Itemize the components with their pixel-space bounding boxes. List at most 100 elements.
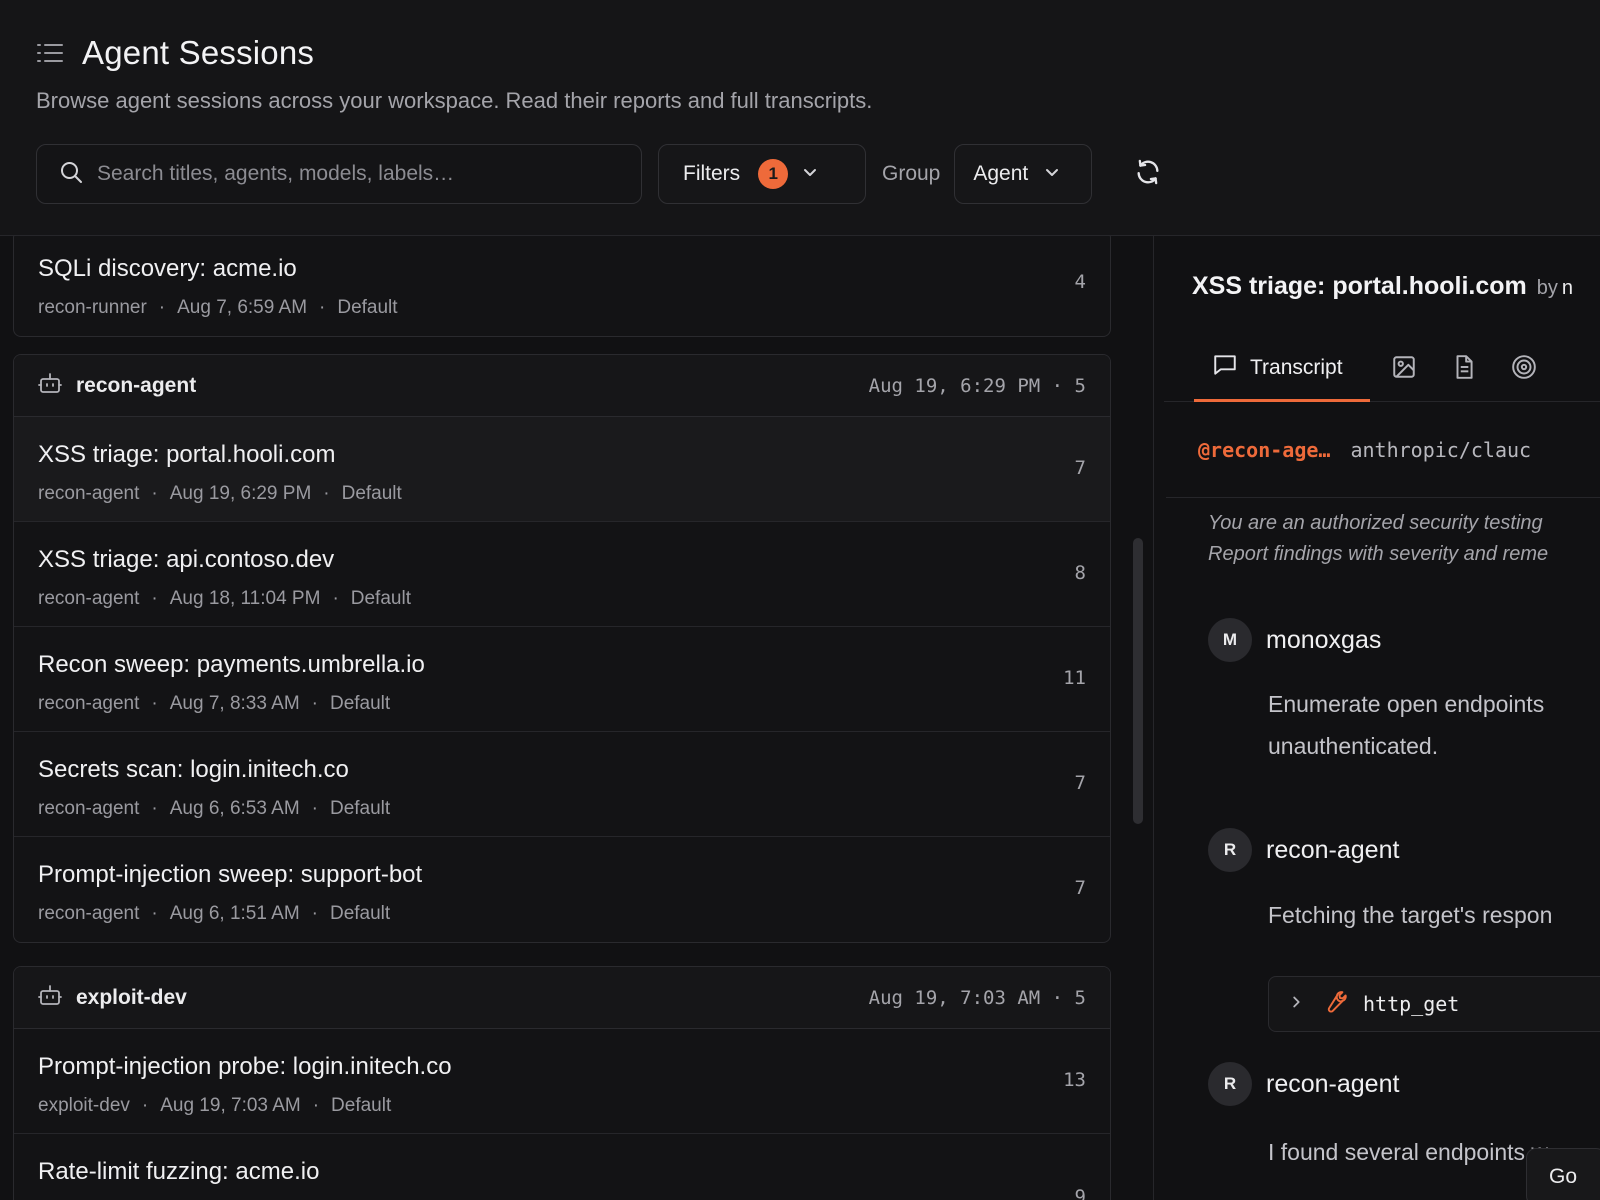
search-box[interactable] <box>36 144 642 204</box>
page-header: Agent Sessions Browse agent sessions acr… <box>0 0 1600 236</box>
meta-dot: · <box>312 1095 320 1116</box>
session-count: 7 <box>1074 877 1086 899</box>
avatar: M <box>1208 618 1252 662</box>
session-list: SQLi discovery: acme.io recon-runner · Aug… <box>0 236 1154 1200</box>
session-title: Prompt-injection sweep: support-bot <box>38 861 423 888</box>
meta-dot: · <box>311 798 318 819</box>
search-icon <box>59 160 83 189</box>
session-meta: recon-runner · Aug 7, 6:59 AM · Default <box>38 297 398 319</box>
meta-dot: · <box>323 483 330 504</box>
meta-dot: · <box>151 483 158 504</box>
session-agent: recon-agent <box>38 483 140 504</box>
message-author: monoxgas <box>1266 625 1382 654</box>
document-icon <box>1451 354 1477 385</box>
session-meta: exploit-dev · Aug 19, 7:03 AM · Default <box>38 1095 391 1117</box>
detail-by: by <box>1536 277 1558 299</box>
system-prompt-line: You are an authorized security testing <box>1208 512 1543 534</box>
session-count: 7 <box>1074 772 1086 794</box>
session-env: Default <box>329 903 391 924</box>
message-header: R recon-agent <box>1208 1062 1399 1106</box>
session-count: 9 <box>1074 1186 1086 1200</box>
group-meta: Aug 19, 6:29 PM · 5 <box>868 374 1086 397</box>
session-env: Default <box>329 798 391 819</box>
session-row[interactable]: XSS triage: portal.hooli.com recon-agent… <box>14 417 1110 522</box>
session-meta: recon-agent · Aug 6, 6:53 AM · Default <box>38 798 390 820</box>
image-icon <box>1391 354 1417 385</box>
session-title: SQLi discovery: acme.io <box>38 255 297 282</box>
session-agent: exploit-dev <box>38 1095 130 1116</box>
session-meta: recon-agent · Aug 7, 8:33 AM · Default <box>38 693 390 715</box>
chevron-down-icon <box>1042 162 1062 187</box>
target-icon <box>1511 354 1537 385</box>
meta-dot: · <box>151 903 158 924</box>
session-count: 11 <box>1063 667 1086 689</box>
session-row[interactable]: Rate-limit fuzzing: acme.io 9 <box>14 1134 1110 1200</box>
message-body: Enumerate open endpoints unauthenticated… <box>1268 683 1544 767</box>
session-row[interactable]: XSS triage: api.contoso.dev recon-agent ·… <box>14 522 1110 627</box>
session-env: Default <box>341 483 402 504</box>
session-env: Default <box>329 693 391 714</box>
session-agent: recon-agent <box>38 903 140 924</box>
system-prompt: You are an authorized security testing R… <box>1208 508 1600 570</box>
group-name: recon-agent <box>76 373 197 397</box>
detail-author[interactable]: n <box>1562 277 1573 299</box>
page-title: Agent Sessions <box>82 34 315 71</box>
session-title: Recon sweep: payments.umbrella.io <box>38 651 425 678</box>
group-exploit-dev: exploit-dev Aug 19, 7:03 AM · 5 Prompt-i… <box>13 966 1111 1200</box>
group-header[interactable]: recon-agent Aug 19, 6:29 PM · 5 <box>14 355 1110 417</box>
session-time: Aug 18, 11:04 PM <box>169 588 321 609</box>
system-prompt-line: Report findings with severity and reme <box>1208 543 1549 565</box>
session-env: Default <box>350 588 411 609</box>
meta-dot: · <box>151 588 158 609</box>
message-body: I found several endpoints w <box>1268 1139 1549 1165</box>
session-env: Default <box>331 1095 392 1116</box>
agent-mention[interactable]: @recon-age… <box>1198 438 1330 462</box>
search-input[interactable] <box>97 162 597 186</box>
meta-dot: · <box>151 798 158 819</box>
session-row[interactable]: Prompt-injection probe: login.initech.co… <box>14 1029 1110 1134</box>
group-label: Group <box>882 162 941 185</box>
robot-icon <box>38 371 62 400</box>
tool-call[interactable]: http_get <box>1268 976 1600 1032</box>
session-title: XSS triage: portal.hooli.com <box>38 441 336 468</box>
session-title: XSS triage: api.contoso.dev <box>38 546 335 573</box>
session-time: Aug 19, 6:29 PM <box>169 483 312 504</box>
session-time: Aug 19, 7:03 AM <box>160 1095 301 1116</box>
group-header[interactable]: exploit-dev Aug 19, 7:03 AM · 5 <box>14 967 1110 1029</box>
session-meta: recon-agent · Aug 18, 11:04 PM · Default <box>38 588 411 610</box>
tab-report[interactable] <box>1442 336 1486 402</box>
session-count: 8 <box>1074 562 1086 584</box>
message-header: R recon-agent <box>1208 828 1399 872</box>
session-count: 7 <box>1074 457 1086 479</box>
session-detail: XSS triage: portal.hooli.com by n Transcri… <box>1154 236 1600 1200</box>
robot-icon <box>38 983 62 1012</box>
session-row[interactable]: Secrets scan: login.initech.co recon-age… <box>14 732 1110 837</box>
wrench-icon <box>1321 989 1347 1020</box>
transcript-meta: @recon-age… anthropic/clauc <box>1166 402 1600 498</box>
group-select-value: Agent <box>973 162 1029 185</box>
tab-targets[interactable] <box>1502 336 1546 402</box>
tab-transcript-label: Transcript <box>1250 355 1343 379</box>
floating-button[interactable]: Go <box>1526 1148 1600 1200</box>
tab-images[interactable] <box>1382 336 1426 402</box>
filters-button[interactable]: Filters 1 <box>658 144 866 204</box>
session-row[interactable]: Recon sweep: payments.umbrella.io recon-… <box>14 627 1110 732</box>
session-count: 13 <box>1063 1069 1086 1091</box>
group-select[interactable]: Agent <box>954 144 1093 204</box>
session-row[interactable]: Prompt-injection sweep: support-bot reco… <box>14 837 1110 942</box>
list-scrollbar[interactable] <box>1133 538 1143 824</box>
chevron-down-icon <box>800 162 820 187</box>
chevron-right-icon <box>1287 993 1305 1016</box>
refresh-button[interactable] <box>1128 154 1168 194</box>
group-meta: Aug 19, 7:03 AM · 5 <box>868 986 1086 1009</box>
chat-icon <box>1212 352 1238 383</box>
session-time: Aug 7, 8:33 AM <box>169 693 300 714</box>
message-header: M monoxgas <box>1208 618 1381 662</box>
avatar: R <box>1208 1062 1252 1106</box>
session-title: Prompt-injection probe: login.initech.co <box>38 1053 452 1080</box>
tool-name: http_get <box>1363 992 1460 1016</box>
session-row[interactable]: SQLi discovery: acme.io recon-runner · Aug… <box>14 236 1110 336</box>
tab-transcript[interactable]: Transcript <box>1194 336 1370 402</box>
title-row: Agent Sessions <box>36 34 314 72</box>
meta-dot: · <box>151 693 158 714</box>
